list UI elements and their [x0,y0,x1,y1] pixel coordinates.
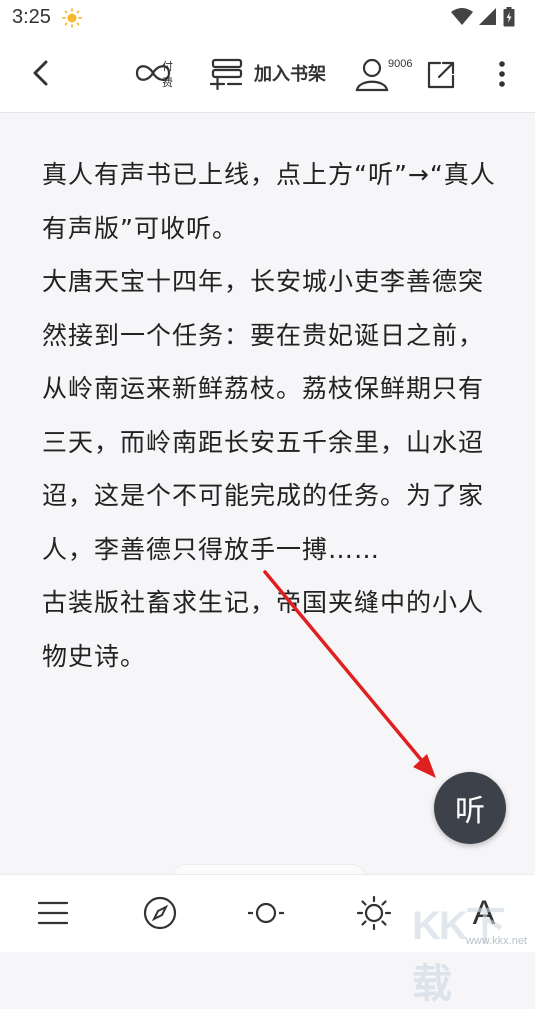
back-arrow-icon[interactable] [24,56,58,90]
readers-button[interactable]: 9006 [354,56,412,92]
listen-button[interactable]: 听 [434,772,506,844]
compass-icon [143,896,177,930]
book-content: 真人有声书已上线，点上方“听”→“真人有声版”可收听。 大唐天宝十四年，长安城小… [42,148,502,683]
status-time: 3:25 [12,6,51,28]
night-mode-button[interactable] [246,893,286,933]
watermark-url: www.kkx.net [465,935,527,947]
brightness-button[interactable] [354,893,394,933]
progress-button[interactable] [140,893,180,933]
paid-label: 付费 [162,61,173,89]
wifi-icon [451,8,473,25]
listen-label: 听 [455,794,485,829]
circle-toggle-icon [248,902,284,924]
add-to-shelf-label: 加入书架 [254,64,326,85]
content-paragraph: 大唐天宝十四年，长安城小吏李善德突然接到一个任务：要在贵妃诞日之前，从岭南运来新… [42,267,485,564]
share-icon[interactable] [424,58,458,92]
battery-icon [503,7,515,27]
user-icon [355,58,389,92]
content-paragraph: 真人有声书已上线，点上方“听”→“真人有声版”可收听。 [42,160,496,243]
content-paragraph: 古装版社畜求生记，帝国夹缝中的小人物史诗。 [42,588,485,671]
more-icon[interactable] [492,58,512,90]
brightness-icon [356,895,392,931]
reader-toolbar: 付费 加入书架 9006 [0,36,535,113]
reader-count: 9006 [388,58,413,70]
watermark-logo: KK下载 [412,904,506,1006]
sun-icon [62,8,82,28]
bookshelf-add-icon [209,58,243,90]
menu-icon [37,901,69,925]
status-bar: 3:25 [0,0,535,36]
add-to-shelf-button[interactable]: 加入书架 [208,56,326,90]
signal-icon [479,8,496,25]
catalog-button[interactable] [33,893,73,933]
paid-listen-button[interactable]: 付费 [134,60,173,89]
